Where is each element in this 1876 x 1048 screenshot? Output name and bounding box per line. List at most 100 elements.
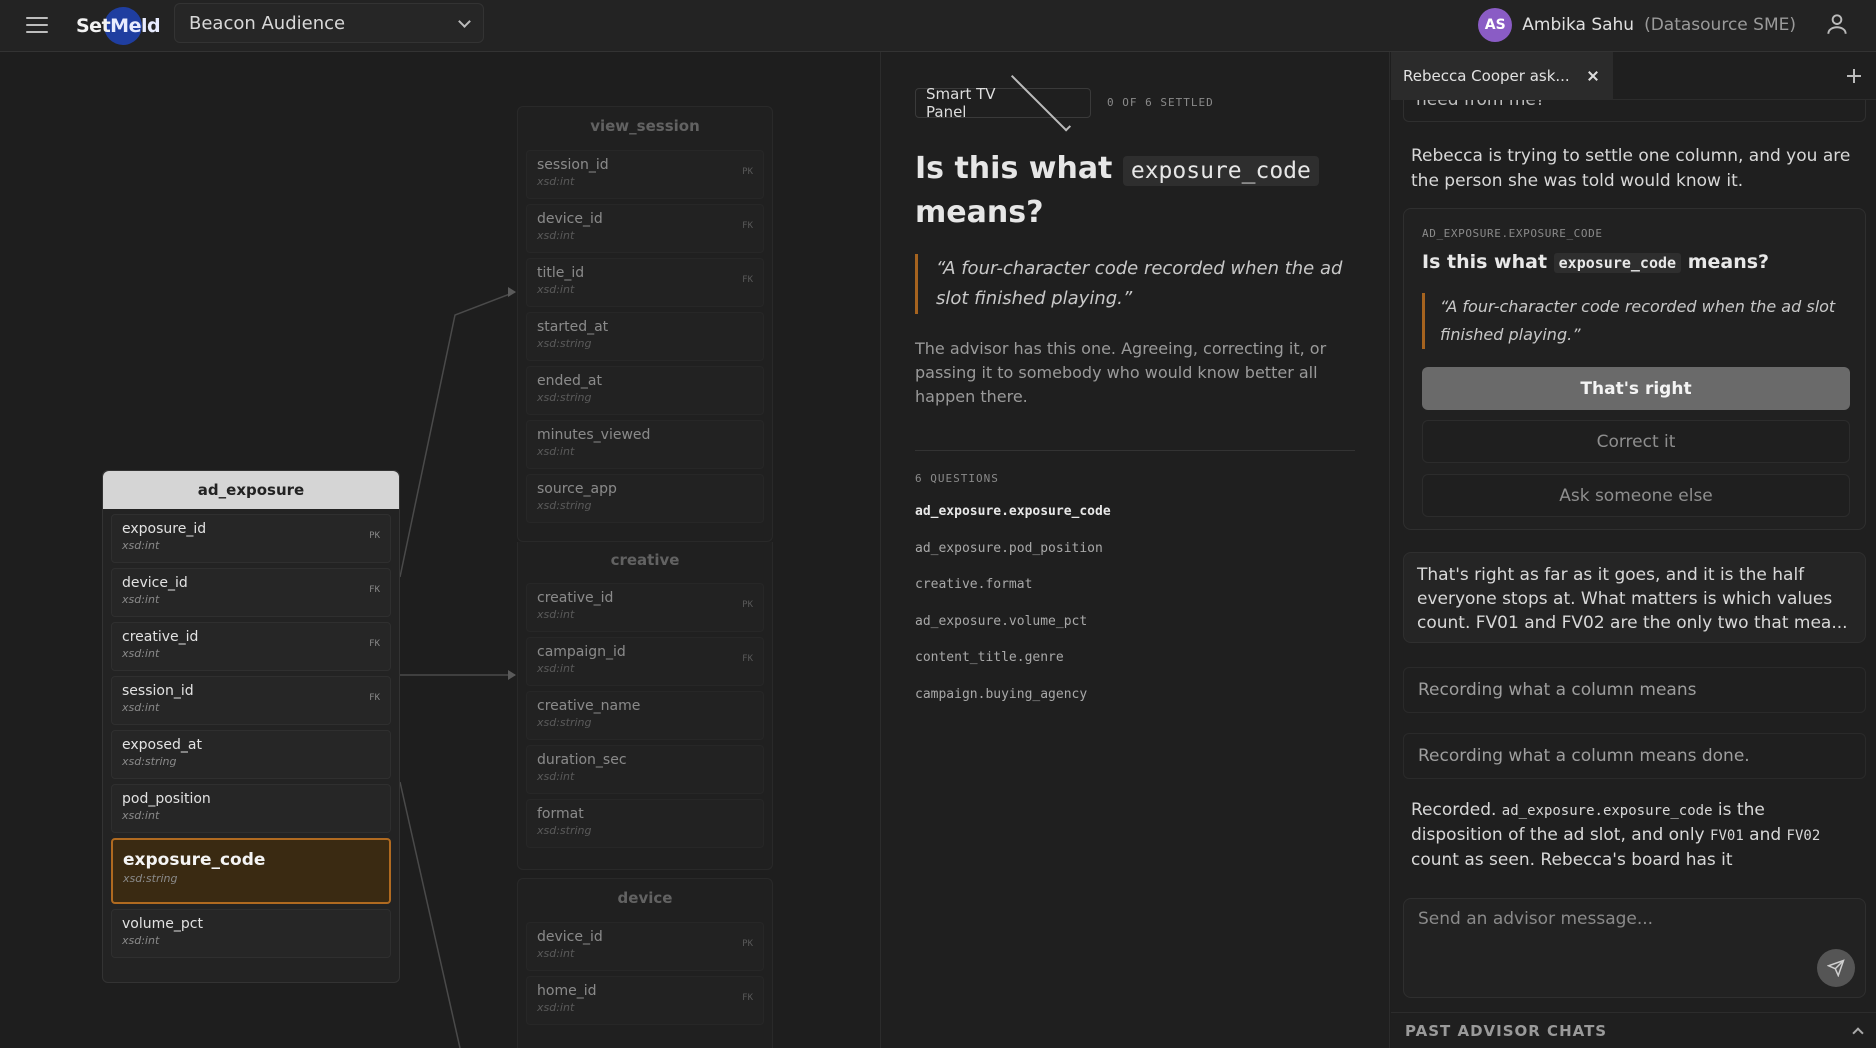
column-type: xsd:int (122, 647, 160, 660)
column-row[interactable]: exposure_id xsd:int PK (111, 514, 391, 563)
column-type: xsd:int (537, 1001, 575, 1014)
table-creative[interactable]: creative creative_id xsd:int PK campaign_id… (517, 542, 773, 870)
question-item[interactable]: ad_exposure.pod_position (915, 541, 1111, 578)
erd-canvas[interactable]: view_session session_id xsd:int PK device_i… (0, 52, 880, 1048)
column-name: duration_sec (537, 752, 627, 768)
column-name: exposure_code (123, 850, 266, 870)
advisor-chat-panel: Rebecca Cooper ask... need from me? Rebe… (1391, 52, 1876, 1048)
column-type: xsd:int (537, 662, 575, 675)
person-icon[interactable] (1824, 11, 1850, 37)
column-row[interactable]: creative_id xsd:int PK (526, 583, 764, 632)
column-name: session_id (537, 157, 609, 173)
tool-status-done: Recording what a column means done. (1403, 733, 1866, 779)
table-title: view_session (590, 117, 700, 135)
column-row[interactable]: campaign_id xsd:int FK (526, 637, 764, 686)
top-bar: SetMeld Beacon Audience AS Ambika Sahu (… (0, 0, 1876, 52)
key-badge: FK (369, 693, 380, 703)
past-chats-label: PAST ADVISOR CHATS (1405, 1021, 1608, 1040)
table-view-session[interactable]: view_session session_id xsd:int PK device_i… (517, 106, 773, 542)
card-quote: “A four-character code recorded when the… (1422, 293, 1847, 349)
column-type: xsd:string (123, 872, 178, 885)
column-name: pod_position (122, 791, 211, 807)
question-tag: AD_EXPOSURE.EXPOSURE_CODE (1422, 227, 1603, 240)
column-type: xsd:int (537, 175, 575, 188)
user-role: (Datasource SME) (1644, 15, 1796, 35)
chat-tab[interactable]: Rebecca Cooper ask... (1391, 52, 1613, 100)
column-name: device_id (537, 929, 603, 945)
user-reply-bubble: That's right as far as it goes, and it i… (1403, 552, 1866, 643)
app-logo[interactable]: SetMeld (76, 7, 161, 45)
question-list: ad_exposure.exposure_code ad_exposure.po… (915, 504, 1111, 723)
user-menu[interactable]: AS Ambika Sahu (Datasource SME) (1478, 5, 1796, 45)
column-row[interactable]: session_id xsd:int FK (111, 676, 391, 725)
column-row[interactable]: exposure_code xsd:string (111, 838, 391, 904)
table-title: ad_exposure (103, 471, 399, 509)
column-type: xsd:int (122, 934, 160, 947)
question-card: AD_EXPOSURE.EXPOSURE_CODE Is this what e… (1403, 208, 1866, 530)
advisor-note: The advisor has this one. Agreeing, corr… (915, 339, 1327, 406)
key-badge: PK (742, 167, 753, 177)
send-button[interactable] (1817, 949, 1855, 987)
column-name: exposure_id (122, 521, 207, 537)
new-chat-plus-icon[interactable] (1844, 66, 1864, 86)
column-row[interactable]: minutes_viewed xsd:int (526, 420, 764, 469)
column-row[interactable]: format xsd:string (526, 799, 764, 848)
column-list: device_id xsd:int PK home_id xsd:int FK (518, 922, 772, 1025)
column-name: ended_at (537, 373, 602, 389)
panel-select[interactable]: Smart TV Panel (915, 70, 1091, 132)
questions-label: 6 QUESTIONS (915, 472, 999, 485)
column-row[interactable]: exposed_at xsd:string (111, 730, 391, 779)
column-row[interactable]: session_id xsd:int PK (526, 150, 764, 199)
chat-tab-label: Rebecca Cooper ask... (1403, 67, 1570, 85)
column-name: creative_id (537, 590, 614, 606)
column-row[interactable]: creative_name xsd:string (526, 691, 764, 740)
settled-counter: 0 OF 6 SETTLED (1107, 96, 1214, 109)
divider (915, 450, 1355, 451)
correct-it-button[interactable]: Correct it (1422, 420, 1850, 463)
column-type: xsd:int (537, 770, 575, 783)
close-icon[interactable] (1585, 68, 1601, 84)
question-item[interactable]: ad_exposure.volume_pct (915, 614, 1111, 651)
ask-someone-else-button[interactable]: Ask someone else (1422, 474, 1850, 517)
column-name: minutes_viewed (537, 427, 651, 443)
question-title: Is this what exposure_code means? (915, 148, 1355, 233)
definition-quote: “A four-character code recorded when the… (915, 254, 1355, 314)
column-row[interactable]: source_app xsd:string (526, 474, 764, 523)
question-item[interactable]: ad_exposure.exposure_code (915, 504, 1111, 541)
table-device[interactable]: device device_id xsd:int PK home_id xsd:int F… (517, 878, 773, 1048)
column-type: xsd:int (537, 445, 575, 458)
table-title: device (617, 889, 673, 907)
menu-icon[interactable] (24, 12, 50, 38)
column-type: xsd:int (122, 593, 160, 606)
column-type: xsd:string (537, 391, 592, 404)
message-input[interactable] (1404, 899, 1865, 997)
column-row[interactable]: duration_sec xsd:int (526, 745, 764, 794)
thats-right-button[interactable]: That's right (1422, 367, 1850, 410)
column-row[interactable]: device_id xsd:int FK (111, 568, 391, 617)
datasource-select[interactable]: Beacon Audience (174, 3, 484, 43)
question-item[interactable]: creative.format (915, 577, 1111, 614)
column-type: xsd:int (122, 701, 160, 714)
column-row[interactable]: volume_pct xsd:int (111, 909, 391, 958)
table-title: creative (610, 551, 680, 569)
user-name: Ambika Sahu (1522, 15, 1635, 35)
column-name: format (537, 806, 584, 822)
table-ad-exposure[interactable]: ad_exposure exposure_id xsd:int PK device_i… (102, 470, 400, 983)
column-list: exposure_id xsd:int PK device_id xsd:int FKcr… (103, 514, 399, 958)
question-item[interactable]: content_title.genre (915, 650, 1111, 687)
column-row[interactable]: home_id xsd:int FK (526, 976, 764, 1025)
chevron-up-icon (1852, 1027, 1864, 1039)
column-row[interactable]: started_at xsd:string (526, 312, 764, 361)
question-item[interactable]: campaign.buying_agency (915, 687, 1111, 724)
column-row[interactable]: pod_position xsd:int (111, 784, 391, 833)
column-row[interactable]: device_id xsd:int PK (526, 922, 764, 971)
column-row[interactable]: ended_at xsd:string (526, 366, 764, 415)
column-row[interactable]: title_id xsd:int FK (526, 258, 764, 307)
column-type: xsd:string (537, 824, 592, 837)
past-advisor-chats-toggle[interactable]: PAST ADVISOR CHATS (1391, 1012, 1876, 1048)
datasource-label: Beacon Audience (189, 12, 346, 34)
panel-select-label: Smart TV Panel (926, 85, 996, 121)
column-name: session_id (122, 683, 194, 699)
column-row[interactable]: creative_id xsd:int FK (111, 622, 391, 671)
column-row[interactable]: device_id xsd:int FK (526, 204, 764, 253)
